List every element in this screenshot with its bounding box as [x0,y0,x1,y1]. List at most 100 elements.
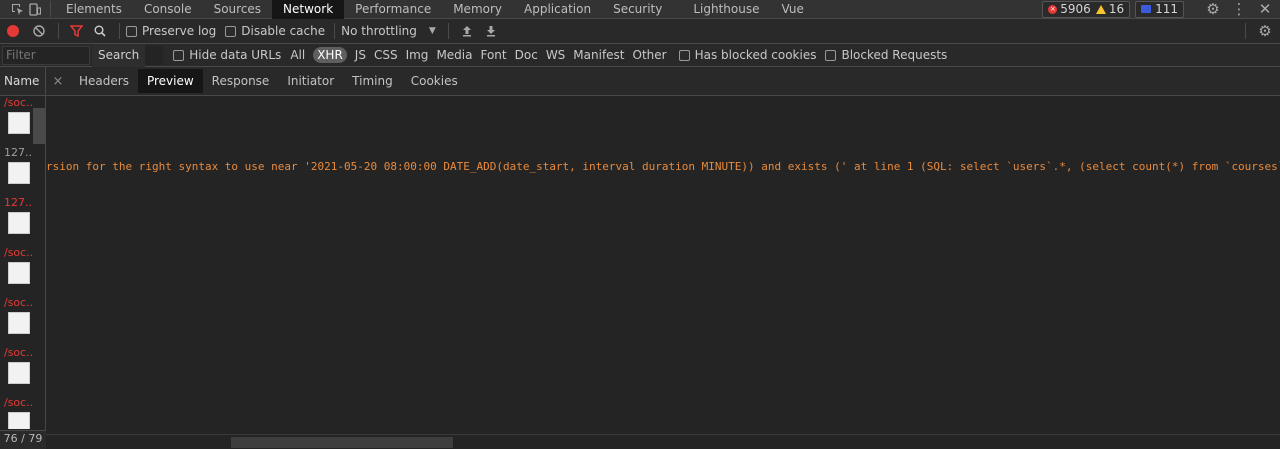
blocked-requests-label: Blocked Requests [841,48,948,62]
tab-performance[interactable]: Performance [344,0,442,19]
tab-console[interactable]: Console [133,0,203,19]
checkbox-box[interactable] [678,49,690,61]
toolbar-divider [334,23,336,39]
warning-icon [1095,4,1106,14]
settings-icon[interactable]: ⚙ [1200,0,1226,18]
panel-tabs: Elements Console Sources Network Perform… [55,0,815,19]
toolbar-divider [119,23,120,39]
network-toolbar: Preserve log Disable cache No throttling… [0,19,1280,44]
request-count: 76 / 79 [0,430,46,449]
request-name: /soc... [4,96,32,109]
tab-lighthouse[interactable]: Lighthouse [682,0,770,19]
horizontal-scrollbar-thumb[interactable] [231,437,453,448]
request-file-icon [8,312,30,334]
request-name: 127.... [4,146,32,159]
clear-icon[interactable] [26,25,52,37]
tab-initiator[interactable]: Initiator [278,69,343,93]
filter-icon[interactable] [65,25,87,37]
tab-network[interactable]: Network [272,0,345,19]
request-list-scrollbar[interactable] [33,108,45,144]
request-file-icon [8,412,30,429]
search-icon[interactable] [87,25,113,37]
hide-data-urls-checkbox[interactable]: Hide data URLs [173,48,281,62]
issues-counter[interactable]: × 5906 16 [1042,0,1131,18]
dropdown-arrow-icon: ▼ [428,26,436,36]
checkbox-box[interactable] [126,25,137,37]
checkbox-box[interactable] [825,49,837,61]
tab-vue[interactable]: Vue [771,0,815,19]
info-icon [1141,5,1152,13]
device-toggle-icon[interactable] [26,2,44,16]
download-icon[interactable] [479,25,503,37]
request-row[interactable]: 127.... [0,196,45,246]
tab-application[interactable]: Application [513,0,602,19]
filter-input[interactable] [2,45,90,65]
request-file-icon [8,212,30,234]
has-blocked-cookies-checkbox[interactable]: Has blocked cookies [678,48,817,62]
toolbar-divider [50,1,51,17]
tab-elements[interactable]: Elements [55,0,133,19]
type-filter-ws[interactable]: WS [546,48,565,62]
tab-memory[interactable]: Memory [442,0,513,19]
type-filter-xhr[interactable]: XHR [313,47,347,63]
request-row[interactable]: /soc... [0,346,45,396]
name-column-header[interactable]: Name [0,67,45,96]
request-file-icon [8,362,30,384]
toolbar-divider [58,23,59,39]
toolbar-divider [1245,23,1246,39]
throttling-value: No throttling [341,24,417,38]
tab-preview[interactable]: Preview [137,69,203,93]
request-name: /soc... [4,246,32,259]
tab-security[interactable]: Security [602,0,682,19]
info-counter[interactable]: 111 [1135,0,1184,18]
type-filter-doc[interactable]: Doc [515,48,538,62]
tab-sources[interactable]: Sources [203,0,272,19]
info-count: 111 [1155,2,1178,16]
preserve-log-checkbox[interactable]: Preserve log [126,24,216,38]
upload-icon[interactable] [455,25,479,37]
throttling-select[interactable]: No throttling ▼ [341,24,436,38]
type-filter-other[interactable]: Other [633,48,667,62]
preview-pane: rsion for the right syntax to use near '… [46,96,1280,434]
type-filter-all[interactable]: All [290,48,305,62]
type-filter-js[interactable]: JS [355,48,366,62]
inspect-icon[interactable] [8,3,26,16]
network-settings-icon[interactable]: ⚙ [1252,22,1278,40]
checkbox-box[interactable] [225,25,237,37]
blocked-requests-checkbox[interactable]: Blocked Requests [825,48,947,62]
type-filter-img[interactable]: Img [406,48,429,62]
error-count: 5906 [1060,2,1091,16]
request-row[interactable]: 127.... [0,146,45,196]
has-blocked-cookies-label: Has blocked cookies [694,48,817,62]
record-icon[interactable] [0,25,26,37]
type-filter-font[interactable]: Font [480,48,506,62]
type-filter-manifest[interactable]: Manifest [573,48,624,62]
request-rows: /soc... 127.... 127.... /soc... /soc... … [0,96,45,429]
warning-count: 16 [1108,2,1125,16]
request-file-icon [8,112,30,134]
toolbar-divider [447,23,449,39]
search-input-stub[interactable] [145,45,164,65]
request-file-icon [8,162,30,184]
tab-response[interactable]: Response [203,69,279,93]
tab-cookies[interactable]: Cookies [402,69,467,93]
request-row[interactable]: /soc... [0,296,45,346]
request-row[interactable]: /soc... [0,246,45,296]
horizontal-scrollbar[interactable] [46,434,1280,449]
request-detail-tabs: × Headers Preview Response Initiator Tim… [46,67,1280,96]
tab-headers[interactable]: Headers [70,69,138,93]
kebab-menu-icon[interactable]: ⋮ [1226,0,1252,18]
checkbox-box[interactable] [173,49,185,61]
hide-data-urls-label: Hide data URLs [189,48,282,62]
type-filter-media[interactable]: Media [436,48,472,62]
search-toggle[interactable]: Search [92,43,146,67]
request-name: 127.... [4,196,32,209]
request-row[interactable]: /soc... [0,396,45,429]
type-filter-css[interactable]: CSS [374,48,398,62]
request-name: /soc... [4,296,32,309]
close-icon[interactable]: ✕ [1252,0,1278,18]
disable-cache-checkbox[interactable]: Disable cache [225,24,325,38]
tab-timing[interactable]: Timing [343,69,402,93]
close-detail-icon[interactable]: × [46,74,70,89]
error-icon: × [1048,4,1058,14]
